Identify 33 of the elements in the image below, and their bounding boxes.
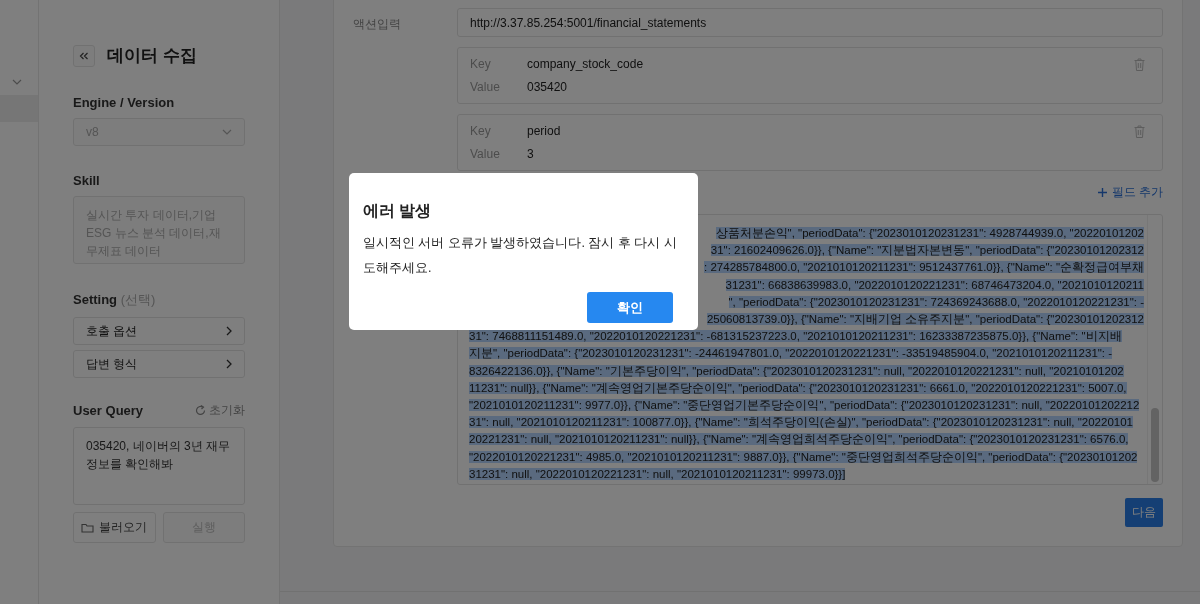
load-button[interactable]: 불러오기 bbox=[73, 512, 156, 543]
setting-item[interactable]: 호출 옵션 bbox=[73, 317, 245, 345]
field-label: Engine / Version bbox=[73, 95, 176, 110]
url-input[interactable]: http://3.37.85.254:5001/financial_statements bbox=[457, 8, 1163, 37]
key-value[interactable]: company_stock_code bbox=[527, 57, 1134, 72]
value-text[interactable]: 035420 bbox=[527, 79, 1134, 94]
add-field-button[interactable]: 필드 추가 bbox=[1097, 184, 1163, 201]
key-value[interactable]: period bbox=[527, 124, 1134, 139]
chevron-right-icon bbox=[226, 359, 232, 369]
plus-icon bbox=[1097, 188, 1107, 197]
next-button[interactable]: 다음 bbox=[1125, 498, 1163, 527]
trash-icon[interactable] bbox=[1134, 57, 1145, 71]
dialog-message: 일시적인 서버 오류가 발생하였습니다. 잠시 후 다시 시도해주세요. bbox=[363, 235, 678, 277]
value-text[interactable]: 3 bbox=[527, 146, 1134, 161]
panel-title: 데이터 수집 bbox=[107, 45, 197, 67]
folder-icon bbox=[81, 522, 95, 533]
field-label: Setting bbox=[73, 292, 118, 307]
field-label: User Query bbox=[73, 403, 144, 418]
chevron-right-icon bbox=[226, 326, 232, 336]
chevron-down-icon bbox=[12, 79, 22, 85]
reset-button[interactable]: 초기화 bbox=[195, 402, 245, 419]
confirm-button[interactable]: 확인 bbox=[587, 292, 673, 323]
collapse-button[interactable] bbox=[73, 44, 95, 67]
refresh-icon bbox=[195, 405, 206, 416]
query-input[interactable]: 035420, 네이버의 3년 재무 정보를 확인해봐 bbox=[73, 427, 245, 505]
setting-item[interactable]: 답변 형식 bbox=[73, 350, 245, 378]
scrollbar-thumb[interactable] bbox=[1151, 408, 1159, 482]
field-label: Skill bbox=[73, 173, 101, 188]
trash-icon[interactable] bbox=[1134, 124, 1145, 138]
chevron-down-icon bbox=[222, 129, 232, 135]
double-chevron-left-icon bbox=[79, 51, 89, 60]
field-label: 액션입력 bbox=[353, 16, 402, 33]
dialog-title: 에러 발생 bbox=[363, 201, 433, 221]
